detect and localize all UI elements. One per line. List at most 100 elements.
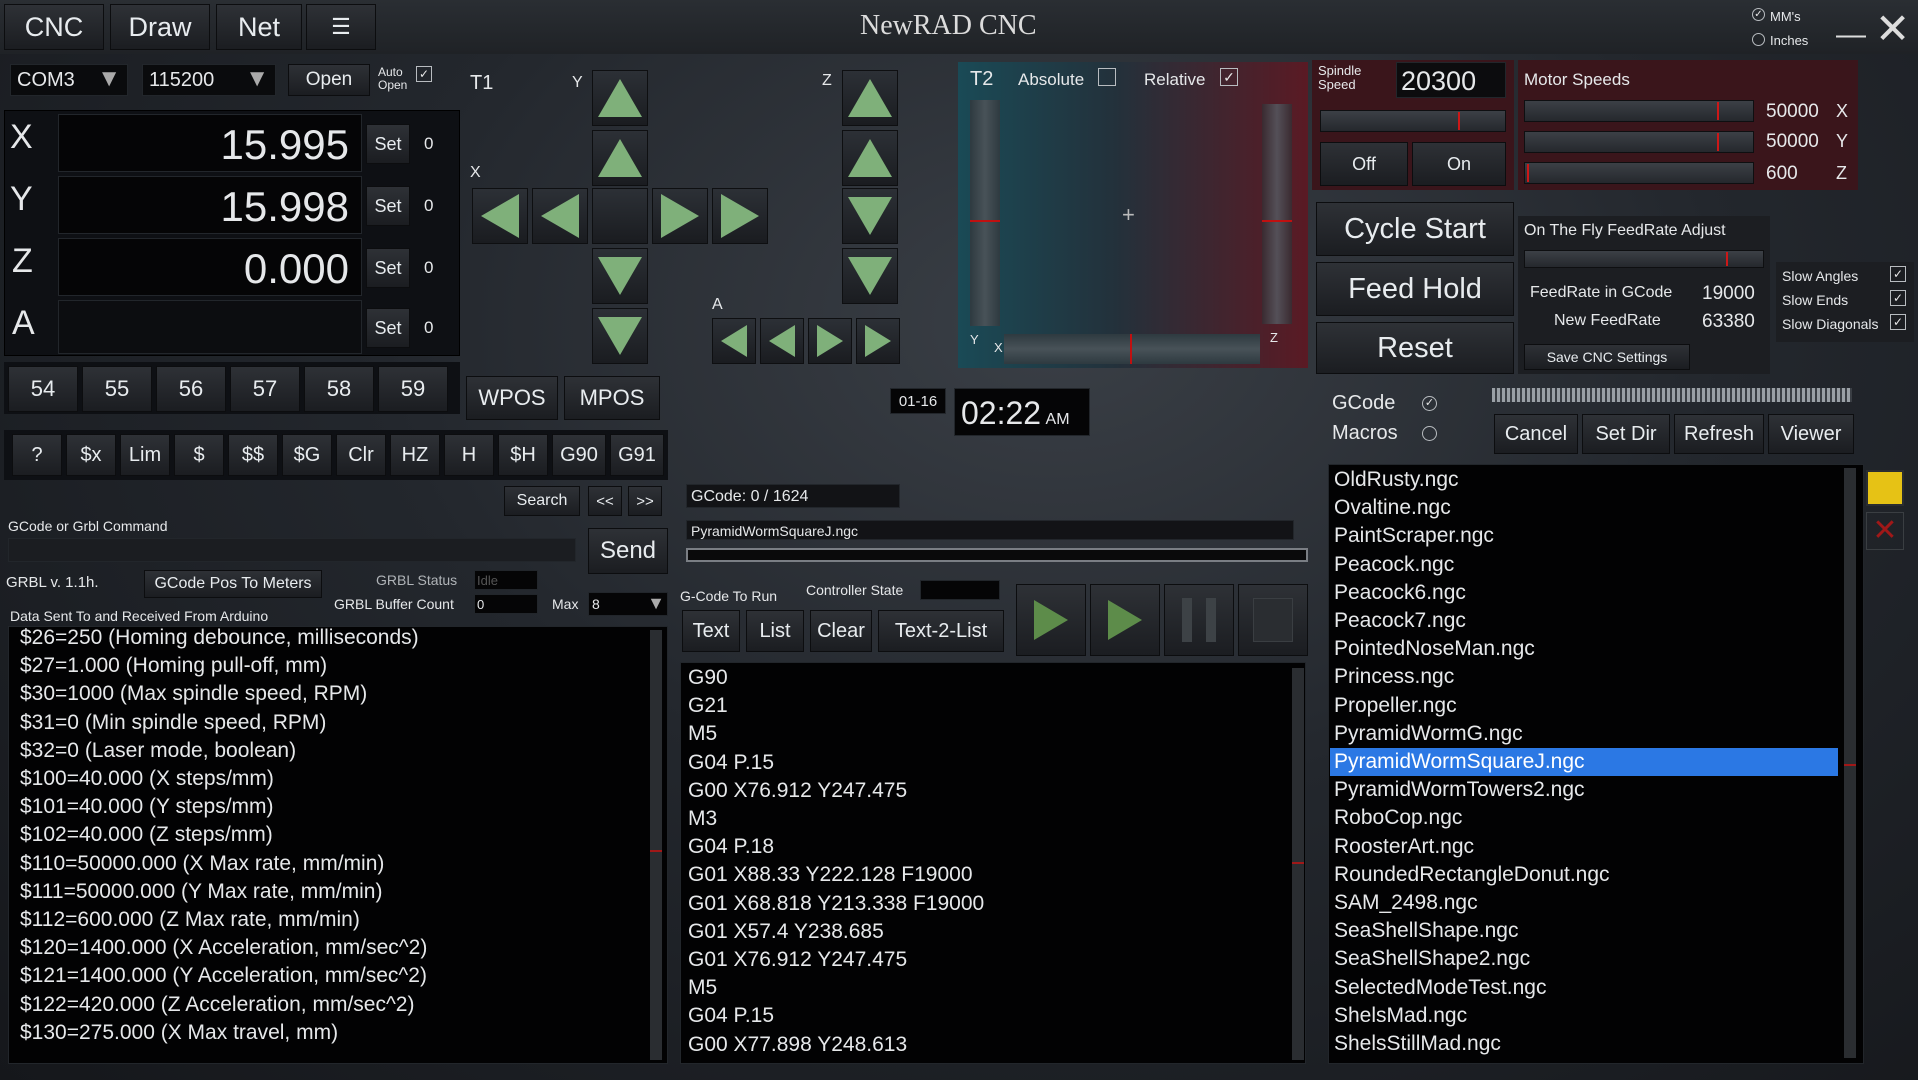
search-prev-button[interactable]: << xyxy=(588,486,622,516)
file-item[interactable]: RoundedRectangleDonut.ngc xyxy=(1330,861,1838,889)
file-item[interactable]: Princess.ngc xyxy=(1330,663,1838,691)
jog-z-minus[interactable] xyxy=(842,188,898,244)
file-item[interactable]: PyramidWormSquareJ.ngc xyxy=(1330,748,1838,777)
gcode-line[interactable]: G01 X88.33 Y222.128 F19000 xyxy=(684,861,1284,889)
log-line[interactable]: $100=40.000 (X steps/mm) xyxy=(16,765,646,793)
wcs-58[interactable]: 58 xyxy=(304,366,374,412)
pause-button[interactable] xyxy=(1164,584,1234,656)
t2-right-slider[interactable] xyxy=(1262,104,1292,324)
gcode-line[interactable]: G01 X57.4 Y238.685 xyxy=(684,918,1284,946)
minimize-icon[interactable]: — xyxy=(1836,18,1866,52)
mm-radio[interactable]: ✓ xyxy=(1752,8,1765,21)
run-button[interactable] xyxy=(1016,584,1086,656)
gcode-line[interactable]: G04 P.18 xyxy=(684,833,1284,861)
wcs-54[interactable]: 54 xyxy=(8,366,78,412)
gcode-line[interactable]: G01 X68.818 Y213.338 F19000 xyxy=(684,890,1284,918)
search-button[interactable]: Search xyxy=(504,486,580,516)
viewer-button[interactable]: Viewer xyxy=(1768,414,1854,454)
cmd-clr[interactable]: Clr xyxy=(336,434,386,476)
jog-x-minus-fast[interactable] xyxy=(472,188,528,244)
gcode-line[interactable]: M5 xyxy=(684,720,1284,748)
file-item[interactable]: ShelsMad.ngc xyxy=(1330,1002,1838,1030)
file-item[interactable]: SeaShellShape.ngc xyxy=(1330,917,1838,945)
motor-z-slider[interactable] xyxy=(1524,162,1754,184)
jog-center[interactable] xyxy=(592,188,648,244)
file-item[interactable]: PyramidWormTowers2.ngc xyxy=(1330,776,1838,804)
file-item[interactable]: PaintScraper.ngc xyxy=(1330,522,1838,550)
cmd-g90[interactable]: G90 xyxy=(552,434,606,476)
jog-a-minus-fast[interactable] xyxy=(712,318,756,364)
gcode-line[interactable]: G21 xyxy=(684,692,1284,720)
log-line[interactable]: $121=1400.000 (Y Acceleration, mm/sec^2) xyxy=(16,962,646,990)
wcs-55[interactable]: 55 xyxy=(82,366,152,412)
command-input[interactable] xyxy=(8,538,576,562)
auto-open-checkbox[interactable]: ✓ xyxy=(416,66,432,82)
file-item[interactable]: OldRusty.ngc xyxy=(1330,466,1838,494)
file-item[interactable]: Peacock7.ngc xyxy=(1330,607,1838,635)
absolute-checkbox[interactable] xyxy=(1098,68,1116,86)
spindle-on-button[interactable]: On xyxy=(1412,142,1506,186)
relative-checkbox[interactable]: ✓ xyxy=(1220,68,1238,86)
slow-angles-checkbox[interactable]: ✓ xyxy=(1890,266,1906,282)
t2-bottom-slider[interactable] xyxy=(1004,334,1260,364)
cancel-button[interactable]: Cancel xyxy=(1494,414,1578,454)
gcode-radio[interactable]: ✓ xyxy=(1422,396,1437,411)
log-line[interactable]: $26=250 (Homing debounce, milliseconds) xyxy=(16,624,646,652)
spindle-speed-slider[interactable] xyxy=(1320,110,1506,132)
file-item[interactable]: SeaShellShape2.ngc xyxy=(1330,945,1838,973)
hamburger-menu-icon[interactable]: ☰ xyxy=(306,4,376,50)
feedrate-slider[interactable] xyxy=(1524,250,1764,268)
jog-z-plus[interactable] xyxy=(842,130,898,186)
wcs-59[interactable]: 59 xyxy=(378,366,448,412)
cmd-x[interactable]: $x xyxy=(66,434,116,476)
cmd-g[interactable]: $G xyxy=(282,434,332,476)
log-line[interactable]: $32=0 (Laser mode, boolean) xyxy=(16,737,646,765)
cycle-start-button[interactable]: Cycle Start xyxy=(1316,202,1514,256)
mpos-button[interactable]: MPOS xyxy=(564,376,660,420)
file-item[interactable]: RoosterArt.ngc xyxy=(1330,833,1838,861)
log-line[interactable]: $101=40.000 (Y steps/mm) xyxy=(16,793,646,821)
gcode-text-button[interactable]: Text xyxy=(682,610,740,652)
file-item[interactable]: Ovaltine.ngc xyxy=(1330,494,1838,522)
cmd-status[interactable]: ? xyxy=(12,434,62,476)
log-line[interactable]: $27=1.000 (Homing pull-off, mm) xyxy=(16,652,646,680)
cmd-hz[interactable]: HZ xyxy=(390,434,440,476)
file-item[interactable]: RoboCop.ngc xyxy=(1330,804,1838,832)
file-item[interactable]: Peacock.ngc xyxy=(1330,551,1838,579)
feed-hold-button[interactable]: Feed Hold xyxy=(1316,262,1514,316)
file-item[interactable]: PyramidWormG.ngc xyxy=(1330,720,1838,748)
file-item[interactable]: ShelsStillMad.ngc xyxy=(1330,1030,1838,1058)
gcode-line[interactable]: G01 X76.912 Y247.475 xyxy=(684,946,1284,974)
jog-a-plus[interactable] xyxy=(808,318,852,364)
jog-y-plus[interactable] xyxy=(592,130,648,186)
save-cnc-settings-button[interactable]: Save CNC Settings xyxy=(1524,344,1690,370)
t2-left-slider[interactable] xyxy=(970,100,1000,326)
gcode-line[interactable]: M3 xyxy=(684,805,1284,833)
gcode-clear-button[interactable]: Clear xyxy=(810,610,872,652)
wpos-button[interactable]: WPOS xyxy=(466,376,558,420)
file-item[interactable]: SelectedModeTest.ngc xyxy=(1330,974,1838,1002)
gcode-line[interactable]: G04 P.15 xyxy=(684,1002,1284,1030)
cmd-dollar[interactable]: $ xyxy=(174,434,224,476)
cmd-home[interactable]: $H xyxy=(498,434,548,476)
slow-ends-checkbox[interactable]: ✓ xyxy=(1890,290,1906,306)
send-button[interactable]: Send xyxy=(588,528,668,574)
log-line[interactable]: $111=50000.000 (Y Max rate, mm/min) xyxy=(16,878,646,906)
t2-crosshair-icon[interactable]: + xyxy=(1122,202,1135,228)
set-dir-button[interactable]: Set Dir xyxy=(1582,414,1670,454)
com-port-select[interactable]: COM3 ▼ xyxy=(10,64,128,96)
log-line[interactable]: $31=0 (Min spindle speed, RPM) xyxy=(16,709,646,737)
gcode-line[interactable]: G04 P.15 xyxy=(684,749,1284,777)
close-icon[interactable]: ✕ xyxy=(1875,4,1910,53)
inches-radio[interactable] xyxy=(1752,33,1765,46)
baud-select[interactable]: 115200 ▼ xyxy=(142,64,276,96)
stop-button[interactable] xyxy=(1238,584,1308,656)
menu-cnc[interactable]: CNC xyxy=(4,4,104,50)
gcode-line[interactable]: G00 X76.912 Y247.475 xyxy=(684,777,1284,805)
gcode-line[interactable]: G00 X77.898 Y248.613 xyxy=(684,1031,1284,1059)
jog-y-minus-fast[interactable] xyxy=(592,308,648,364)
axis-z-set-button[interactable]: Set xyxy=(366,248,410,288)
file-item[interactable]: SAM_2498.ngc xyxy=(1330,889,1838,917)
delete-icon[interactable]: ✕ xyxy=(1866,512,1904,550)
file-item[interactable]: PointedNoseMan.ngc xyxy=(1330,635,1838,663)
